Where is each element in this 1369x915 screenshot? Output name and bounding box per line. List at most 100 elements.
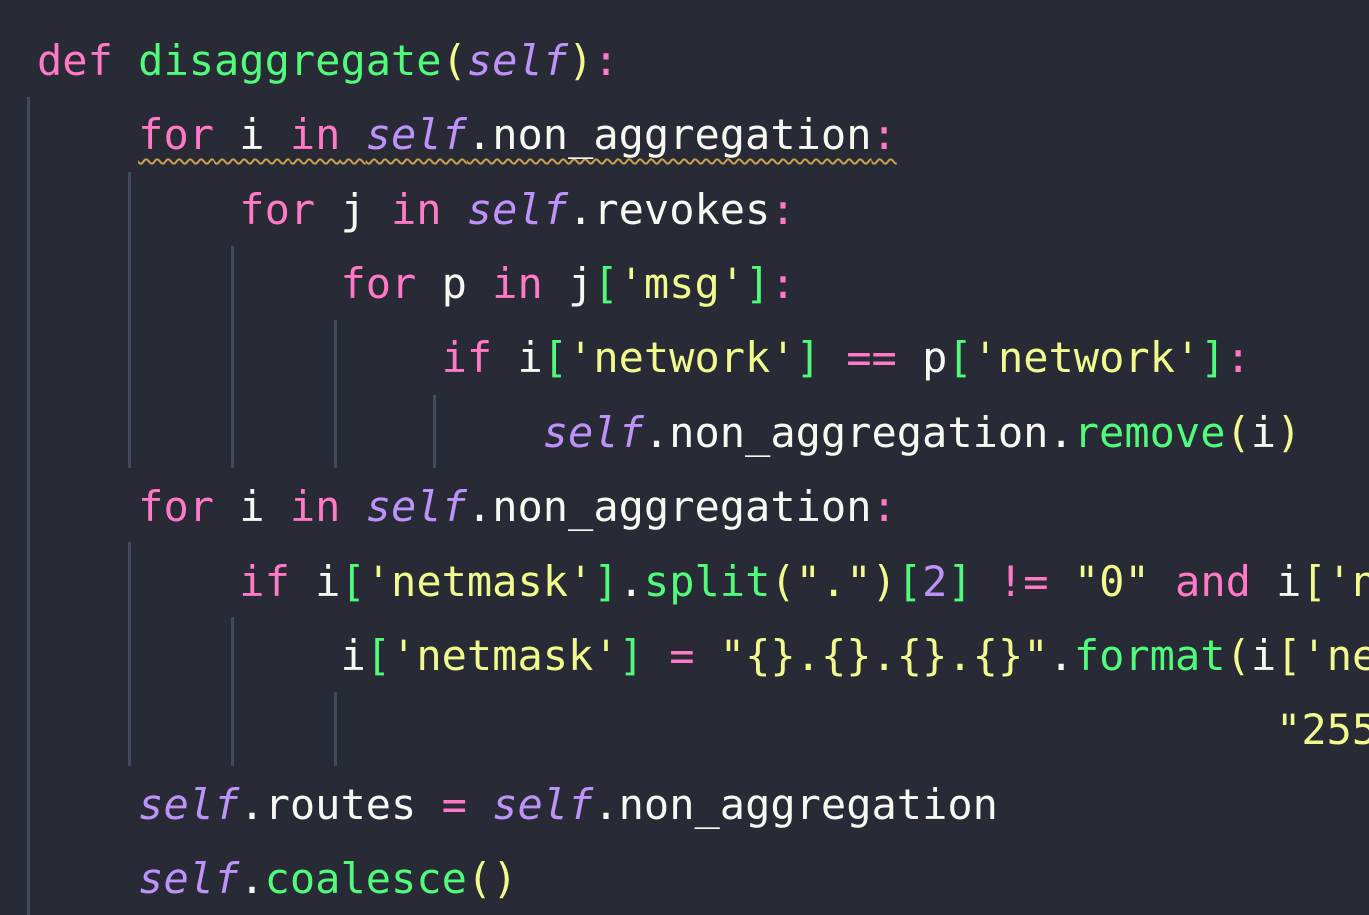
token-attribute: .routes bbox=[239, 780, 442, 829]
token-bracket: ] bbox=[618, 631, 644, 680]
token-self: self bbox=[138, 780, 240, 829]
token-paren: () bbox=[466, 854, 518, 903]
token-string: "{}.{}.{}.{}" bbox=[719, 631, 1049, 680]
token-attribute: .non_aggregation. bbox=[643, 408, 1074, 457]
token-keyword: in bbox=[289, 482, 341, 531]
token-variable: p bbox=[416, 259, 493, 308]
token-variable: p bbox=[896, 333, 948, 382]
code-line-3[interactable]: for j in self.revokes: bbox=[37, 173, 796, 247]
code-line-8[interactable]: if i['netmask'].split(".")[2] != "0" and… bbox=[37, 545, 1369, 619]
token-self: self bbox=[542, 408, 644, 457]
token-string: 'network' bbox=[568, 333, 796, 382]
token-bracket: ] bbox=[795, 333, 821, 382]
code-editor[interactable]: def disaggregate(self): for i in self.no… bbox=[0, 0, 1369, 915]
code-line-9[interactable]: i['netmask'] = "{}.{}.{}.{}".format(i['n… bbox=[37, 619, 1369, 693]
token-variable: i bbox=[214, 482, 290, 531]
token-paren: ( bbox=[1225, 631, 1251, 680]
token-self: self bbox=[365, 482, 467, 531]
token-self: self bbox=[138, 854, 240, 903]
token-operator: = bbox=[441, 780, 467, 829]
token-dot: . bbox=[618, 557, 644, 606]
token-variable: i bbox=[1250, 631, 1277, 680]
token-method: split bbox=[643, 557, 771, 606]
token-bracket: [ bbox=[340, 557, 366, 606]
token-method: format bbox=[1073, 631, 1226, 680]
token-string: 'msg' bbox=[618, 259, 746, 308]
token-string: "255' bbox=[1276, 705, 1369, 754]
code-line-1[interactable]: def disaggregate(self): bbox=[37, 24, 619, 98]
token-bracket: ] bbox=[947, 557, 973, 606]
token-bracket: [ bbox=[947, 333, 973, 382]
token-keyword: for bbox=[340, 259, 417, 308]
code-line-12[interactable]: self.coalesce() bbox=[37, 842, 517, 915]
token-keyword: def bbox=[37, 36, 113, 85]
token-bracket: [ bbox=[542, 333, 569, 382]
token-self: self bbox=[365, 110, 467, 159]
token-paren: ) bbox=[1276, 408, 1302, 457]
token-variable: j bbox=[315, 185, 392, 234]
token-string: 'network' bbox=[972, 333, 1201, 382]
token-string: 'netmask' bbox=[391, 631, 619, 680]
token-keyword: for bbox=[239, 185, 316, 234]
token-attribute: .revokes bbox=[568, 185, 771, 234]
token-variable: i bbox=[1250, 408, 1277, 457]
code-line-4[interactable]: for p in j['msg']: bbox=[37, 247, 796, 321]
token-variable: j bbox=[542, 259, 594, 308]
token-string: "." bbox=[795, 557, 872, 606]
token-colon: : bbox=[1225, 333, 1251, 382]
code-line-7[interactable]: for i in self.non_aggregation: bbox=[37, 470, 897, 544]
code-line-5[interactable]: if i['network'] == p['network']: bbox=[37, 321, 1251, 395]
token-string: ['n bbox=[1301, 557, 1369, 606]
token-colon: : bbox=[770, 259, 796, 308]
token-string: ['ne bbox=[1276, 631, 1369, 680]
token-number: 2 bbox=[922, 557, 948, 606]
token-paren: ( bbox=[770, 557, 796, 606]
token-attribute: .non_aggregation bbox=[466, 110, 872, 159]
code-line-2[interactable]: for i in self.non_aggregation: bbox=[37, 98, 897, 172]
token-bracket: ] bbox=[745, 259, 771, 308]
token-keyword: for bbox=[138, 482, 215, 531]
warning-underline[interactable]: for i in self.non_aggregation: bbox=[138, 110, 897, 159]
token-method: coalesce bbox=[264, 854, 467, 903]
token-variable: i bbox=[492, 333, 543, 382]
token-operator: != bbox=[998, 557, 1049, 606]
token-string: 'netmask' bbox=[365, 557, 594, 606]
token-keyword: for bbox=[138, 110, 215, 159]
token-self: self bbox=[466, 36, 569, 85]
token-keyword: and bbox=[1175, 557, 1251, 606]
token-keyword: in bbox=[289, 110, 341, 159]
token-bracket: ] bbox=[593, 557, 619, 606]
token-keyword: in bbox=[391, 185, 442, 234]
code-line-11[interactable]: self.routes = self.non_aggregation bbox=[37, 768, 998, 842]
token-colon: : bbox=[871, 482, 897, 531]
token-attribute: .non_aggregation bbox=[466, 482, 872, 531]
token-bracket: ] bbox=[1200, 333, 1226, 382]
token-bracket: [ bbox=[365, 631, 392, 680]
token-attribute: .non_aggregation bbox=[593, 780, 998, 829]
token-function-name: disaggregate bbox=[138, 36, 442, 85]
token-bracket: [ bbox=[593, 259, 619, 308]
code-line-10[interactable]: "255' bbox=[37, 693, 1369, 767]
token-variable: i bbox=[340, 631, 366, 680]
indent-guide bbox=[27, 97, 30, 915]
token-operator: == bbox=[846, 333, 897, 382]
token-colon: : bbox=[770, 185, 796, 234]
token-paren: ) bbox=[871, 557, 897, 606]
code-line-6[interactable]: self.non_aggregation.remove(i) bbox=[37, 396, 1302, 470]
